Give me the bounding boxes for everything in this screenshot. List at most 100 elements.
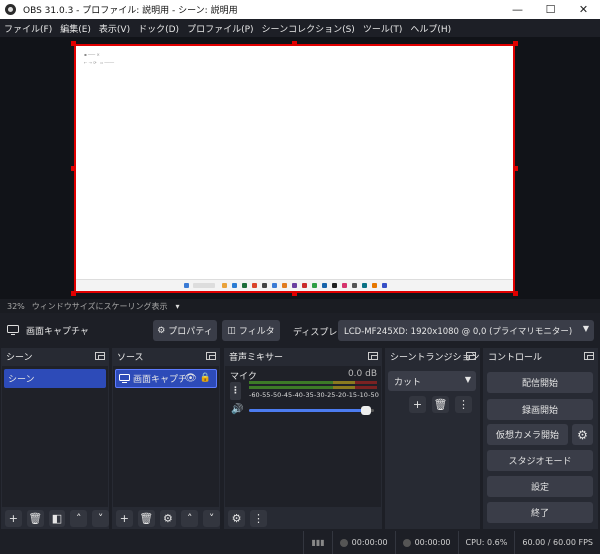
scale-tick: -20 — [335, 391, 347, 399]
chevron-down-icon: ▼ — [464, 375, 471, 384]
sources-list[interactable]: 画面キャプチ 👁 🔒 — [113, 366, 219, 507]
cpu-status: CPU: 0.6% — [457, 531, 515, 554]
preview-status-row: 32% ウィンドウサイズにスケーリング表示 ▾ — [0, 299, 600, 313]
start-streaming-button[interactable]: 配信開始 — [487, 372, 593, 393]
resize-handle[interactable] — [513, 291, 518, 296]
resize-handle[interactable] — [292, 41, 297, 46]
scale-tick: -60 — [249, 391, 260, 399]
menu-file[interactable]: ファイル(F) — [0, 22, 56, 35]
resize-handle[interactable] — [71, 291, 76, 296]
start-virtual-camera-button[interactable]: 仮想カメラ開始 — [487, 424, 568, 445]
resize-handle[interactable] — [513, 166, 518, 171]
controls-dock: コントロール 配信開始 録画開始 仮想カメラ開始 ⚙ スタジオモード 設定 終了 — [483, 348, 598, 529]
scale-tick: -50 — [270, 391, 282, 399]
captured-browser-tab: ▪ ─── × — [84, 52, 100, 57]
scale-tick: -35 — [303, 391, 314, 399]
close-button[interactable]: ✕ — [567, 0, 600, 19]
undock-icon[interactable] — [466, 352, 476, 360]
move-down-icon[interactable]: ˅ — [203, 509, 220, 527]
window-title: OBS 31.0.3 - プロファイル: 説明用 - シーン: 説明用 — [23, 6, 238, 16]
taskbar-icon — [302, 283, 307, 288]
move-up-icon[interactable]: ˄ — [181, 509, 199, 527]
filter-icon: ◫ — [227, 325, 236, 336]
gear-icon[interactable]: ⚙ — [228, 509, 245, 527]
zoom-level: 32% — [7, 301, 25, 311]
lock-icon[interactable]: 🔒 — [200, 373, 211, 383]
scene-item[interactable]: シーン — [4, 369, 106, 388]
gear-icon: ⚙ — [157, 325, 166, 336]
settings-button[interactable]: 設定 — [487, 476, 593, 497]
menu-tools[interactable]: ツール(T) — [359, 22, 407, 35]
gear-icon: ⚙ — [577, 427, 588, 442]
taskbar-search — [193, 283, 215, 288]
menu-edit[interactable]: 編集(E) — [56, 22, 95, 35]
scene-filters-icon[interactable]: ◧ — [48, 509, 66, 527]
transition-select[interactable]: カット ▼ — [388, 371, 476, 391]
exit-button[interactable]: 終了 — [487, 502, 593, 523]
resize-handle[interactable] — [71, 166, 76, 171]
start-recording-button[interactable]: 録画開始 — [487, 399, 593, 420]
menu-view[interactable]: 表示(V) — [95, 22, 134, 35]
fps-status: 60.00 / 60.00 FPS — [514, 531, 600, 554]
scale-tick: -25 — [324, 391, 336, 399]
undock-icon[interactable] — [95, 352, 105, 360]
scaling-dropdown-icon[interactable]: ▾ — [176, 302, 180, 311]
volume-knob[interactable] — [361, 406, 371, 415]
monitor-icon — [7, 325, 19, 335]
eye-icon[interactable]: 👁 — [184, 373, 197, 384]
resize-handle[interactable] — [71, 41, 76, 46]
scale-tick: -15 — [346, 391, 358, 399]
scenes-list[interactable]: シーン — [2, 366, 108, 507]
menu-docks[interactable]: ドック(D) — [134, 22, 183, 35]
scenes-dock-title: シーン — [6, 353, 33, 363]
filters-button[interactable]: ◫ フィルタ — [222, 320, 280, 341]
preview-canvas[interactable]: ▪ ─── × ← → ⟳ ▫ ──── — [74, 44, 515, 293]
sources-dock: ソース 画面キャプチ 👁 🔒 + 🗑 ⚙ ˄ ˅ — [112, 348, 220, 529]
minimize-button[interactable]: — — [501, 0, 534, 19]
studio-mode-button[interactable]: スタジオモード — [487, 450, 593, 471]
menu-bar: ファイル(F) 編集(E) 表示(V) ドック(D) プロファイル(P) シーン… — [0, 19, 600, 37]
display-select[interactable]: LCD-MF245XD: 1920x1080 @ 0,0 (プライマリモニター)… — [338, 320, 594, 341]
taskbar-icon — [352, 283, 357, 288]
move-down-icon[interactable]: ˅ — [92, 509, 109, 527]
trash-icon[interactable]: 🗑 — [26, 509, 44, 527]
undock-icon[interactable] — [368, 352, 378, 360]
taskbar-icon — [242, 283, 247, 288]
virtual-camera-settings-button[interactable]: ⚙ — [572, 424, 593, 445]
undock-icon[interactable] — [206, 352, 216, 360]
menu-help[interactable]: ヘルプ(H) — [406, 22, 455, 35]
display-select-value: LCD-MF245XD: 1920x1080 @ 0,0 (プライマリモニター) — [344, 326, 573, 337]
speaker-icon[interactable]: 🔊 — [231, 404, 243, 415]
record-status: 00:00:00 — [394, 531, 458, 554]
undock-icon[interactable] — [584, 352, 594, 360]
more-icon[interactable]: ⋮ — [250, 509, 267, 527]
stream-status: 00:00:00 — [331, 531, 395, 554]
move-up-icon[interactable]: ˄ — [70, 509, 88, 527]
trash-icon[interactable]: 🗑 — [432, 396, 449, 413]
more-icon[interactable]: ⋮ — [455, 396, 472, 413]
maximize-button[interactable]: ☐ — [534, 0, 567, 19]
add-scene-button[interactable]: + — [5, 509, 22, 527]
title-bar: OBS 31.0.3 - プロファイル: 説明用 - シーン: 説明用 — ☐ … — [0, 0, 600, 19]
properties-button[interactable]: ⚙ プロパティ — [153, 320, 217, 341]
taskbar-icon — [184, 283, 189, 288]
scale-tick: -55 — [259, 391, 271, 399]
source-item[interactable]: 画面キャプチ 👁 🔒 — [115, 369, 217, 388]
scaling-mode[interactable]: ウィンドウサイズにスケーリング表示 — [32, 301, 168, 312]
menu-scene-collection[interactable]: シーンコレクション(S) — [258, 22, 359, 35]
taskbar-icon — [262, 283, 267, 288]
trash-icon[interactable]: 🗑 — [137, 509, 155, 527]
stream-dot-icon — [339, 538, 348, 547]
scale-tick: -45 — [281, 391, 293, 399]
resize-handle[interactable] — [513, 41, 518, 46]
add-transition-button[interactable]: + — [409, 396, 426, 413]
mixer-menu-icon[interactable]: ⋮ — [230, 382, 241, 400]
resize-handle[interactable] — [292, 291, 297, 296]
volume-slider[interactable] — [249, 406, 374, 415]
sources-dock-title: ソース — [117, 353, 144, 363]
properties-label: プロパティ — [168, 327, 213, 337]
add-source-button[interactable]: + — [116, 509, 133, 527]
menu-profile[interactable]: プロファイル(P) — [183, 22, 257, 35]
volume-fill — [249, 409, 369, 412]
gear-icon[interactable]: ⚙ — [159, 509, 177, 527]
